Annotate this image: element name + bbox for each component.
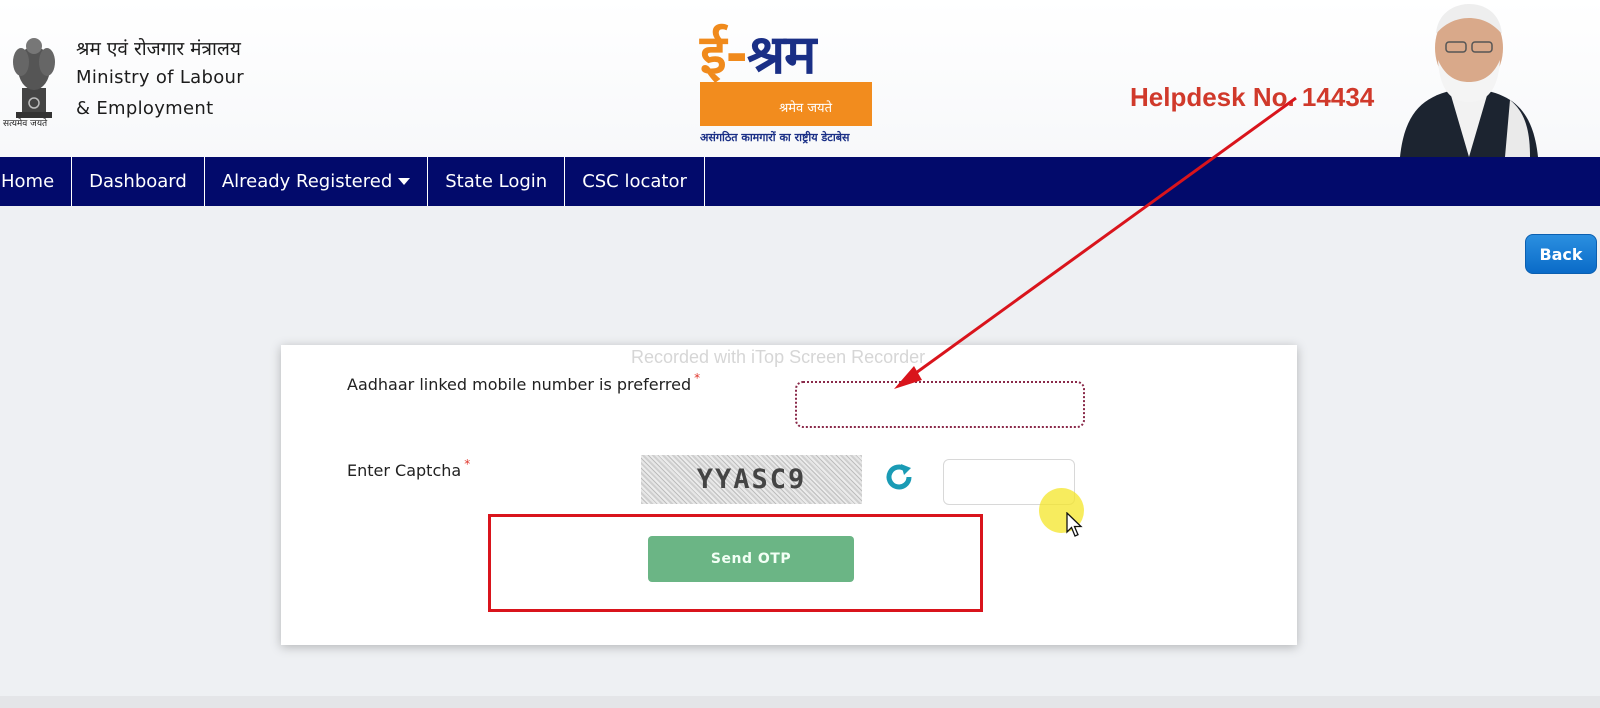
refresh-captcha-icon[interactable] bbox=[883, 461, 915, 493]
captcha-image: YYASC9 bbox=[641, 455, 862, 504]
nav-csc-locator[interactable]: CSC locator bbox=[565, 157, 705, 206]
nav-csc-locator-label: CSC locator bbox=[582, 171, 687, 192]
ministry-line-1: Ministry of Labour bbox=[76, 67, 244, 88]
nav-state-login[interactable]: State Login bbox=[428, 157, 566, 206]
nav-dashboard[interactable]: Dashboard bbox=[72, 157, 205, 206]
main-nav: Home Dashboard Already Registered State … bbox=[0, 157, 1600, 206]
captcha-label: Enter Captcha * bbox=[347, 457, 470, 480]
mobile-label-text: Aadhaar linked mobile number is preferre… bbox=[347, 375, 692, 394]
logo-title-blue: श्रम bbox=[746, 23, 817, 86]
required-marker: * bbox=[464, 457, 471, 471]
eshram-logo[interactable]: श्रमेव जयते ई-श्रम असंगठित कामगारों का र… bbox=[700, 24, 880, 156]
ministry-hindi: श्रम एवं रोजगार मंत्रालय bbox=[76, 38, 241, 60]
mobile-label: Aadhaar linked mobile number is preferre… bbox=[347, 371, 700, 394]
required-marker: * bbox=[694, 371, 701, 385]
ministry-name: श्रम एवं रोजगार मंत्रालय Ministry of Lab… bbox=[76, 36, 244, 124]
nav-already-registered-label: Already Registered bbox=[221, 171, 393, 192]
nav-dashboard-label: Dashboard bbox=[89, 171, 187, 192]
logo-motto: श्रमेव जयते bbox=[779, 101, 832, 116]
helpdesk-number: Helpdesk No. 14434 bbox=[1130, 82, 1375, 112]
otp-form-card: Recorded with iTop Screen Recorder Aadha… bbox=[281, 345, 1297, 645]
recorder-watermark: Recorded with iTop Screen Recorder bbox=[631, 347, 926, 367]
logo-band: श्रमेव जयते bbox=[700, 82, 872, 126]
nav-state-login-label: State Login bbox=[445, 171, 548, 192]
portrait-image bbox=[1400, 4, 1538, 157]
mobile-number-input[interactable] bbox=[795, 381, 1085, 428]
mouse-pointer-icon bbox=[1066, 512, 1083, 537]
logo-title: ई-श्रम bbox=[700, 23, 817, 86]
emblem-motto: सत्यमेव जयते bbox=[3, 119, 48, 129]
logo-subtitle: असंगठित कामगारों का राष्ट्रीय डेटाबेस bbox=[700, 131, 850, 144]
nav-home[interactable]: Home bbox=[0, 157, 73, 206]
ministry-line-2: & Employment bbox=[76, 98, 214, 119]
back-button[interactable]: Back bbox=[1525, 234, 1597, 274]
send-otp-button[interactable]: Send OTP bbox=[648, 536, 854, 582]
captcha-label-text: Enter Captcha bbox=[347, 461, 462, 480]
nav-already-registered[interactable]: Already Registered bbox=[205, 157, 429, 206]
national-emblem-icon bbox=[13, 38, 55, 118]
site-header: सत्यमेव जयते श्रम एवं रोजगार मंत्रालय Mi… bbox=[0, 0, 1600, 157]
caret-down-icon bbox=[398, 178, 411, 185]
logo-title-orange: ई- bbox=[700, 23, 748, 86]
footer-strip bbox=[0, 696, 1600, 708]
nav-home-label: Home bbox=[1, 171, 55, 192]
